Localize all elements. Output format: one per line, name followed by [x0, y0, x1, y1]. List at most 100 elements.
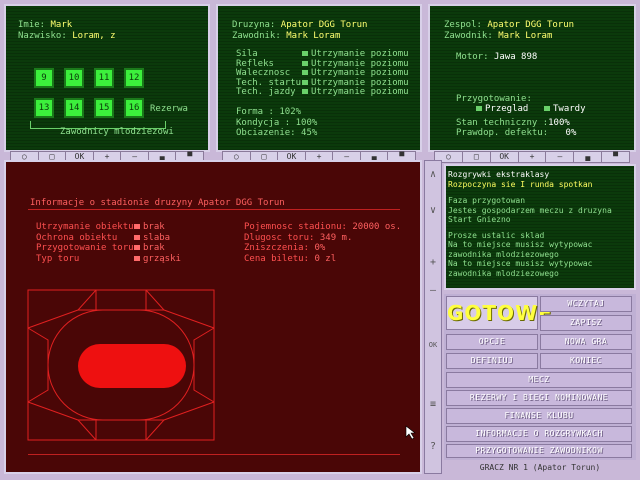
help-icon[interactable]: ? [427, 441, 439, 452]
zawodnik-label: Zawodnik: [444, 31, 493, 41]
obciazenie-label: Obciazenie: [236, 128, 296, 138]
rezerwa-label: Rezerwa [150, 104, 188, 114]
cena-biletu-label: Cena biletu: [244, 253, 310, 264]
motor-value[interactable]: Jawa 898 [494, 52, 537, 62]
przygotowanie-button[interactable]: PRZYGOTOWANIE ZAWODNIKOW [446, 444, 632, 458]
utrzymanie-label: Utrzymanie obiektu [36, 222, 134, 232]
message-line: zawodnika mlodziezowego [448, 249, 559, 259]
zawodnik-value: Mark Loram [286, 31, 341, 41]
mlodziezowi-label: Zawodnicy mlodziezowi [60, 127, 174, 137]
definiuj-button[interactable]: DEFINIUJ [446, 353, 538, 369]
motor-label: Motor: [456, 52, 489, 62]
stan-value: 100% [548, 118, 570, 128]
slot-15[interactable]: 15 [94, 98, 114, 118]
slot-13[interactable]: 13 [34, 98, 54, 118]
stat-label: Tech. jazdy [236, 87, 296, 97]
ochrona-label: Ochrona obiektu [36, 232, 118, 243]
vertical-toolbar: ∧ ∨ + – OK ≡ ? [424, 160, 442, 474]
przygotowanie-toru-value[interactable]: brak [134, 243, 181, 254]
bottom-divider [28, 454, 400, 455]
typ-toru-value[interactable]: grząski [134, 254, 181, 265]
forma-value: : 102% [268, 107, 302, 117]
mecz-button[interactable]: MECZ [446, 372, 632, 388]
scroll-down-icon[interactable]: ∨ [427, 205, 439, 216]
message-line: zawodnika mlodziezowego [448, 268, 559, 278]
toolbar-down-button[interactable]: ▄ [574, 152, 603, 162]
stan-label: Stan techniczny : [456, 118, 549, 128]
slot-11[interactable]: 11 [94, 68, 114, 88]
slot-16[interactable]: 16 [124, 98, 144, 118]
obciazenie-value: 45% [301, 128, 318, 138]
toolbar-ok-button[interactable]: OK [491, 152, 519, 162]
stadium-track-diagram [27, 289, 215, 441]
list-icon[interactable]: ≡ [427, 399, 439, 410]
nazwisko-label: Nazwisko: [18, 31, 67, 41]
slot-14[interactable]: 14 [64, 98, 84, 118]
przeglad-option[interactable]: Przeglad [476, 104, 528, 114]
zespol-value: Apator DGG Torun [487, 20, 575, 30]
prawdop-value: 0% [565, 128, 577, 138]
zniszczenia-label: Zniszczenia: [244, 243, 310, 253]
message-line: Prosze ustalic sklad [448, 230, 545, 240]
main-menu: GOTOWE WCZYTAJ ZAPISZ OPCJE NOWA GRA DEF… [444, 294, 636, 460]
player-slots-panel: Imie: Mark Nazwisko: Loram, z 9 10 11 12… [4, 4, 210, 152]
message-line: Start Gniezno [448, 215, 511, 224]
prawdop-label: Prawdop. defektu: [456, 128, 549, 138]
panel3-toolbar: ○ □ OK + – ▄ ▀ [434, 151, 630, 163]
ok-icon[interactable]: OK [427, 341, 439, 349]
gotowe-button[interactable]: GOTOWE [446, 296, 552, 330]
message-line: Rozgrywki ekstraklasy [448, 170, 550, 179]
opcje-button[interactable]: OPCJE [446, 334, 538, 350]
zapisz-button[interactable]: ZAPISZ [540, 315, 632, 331]
message-line: Na to miejsce musisz wytypowac [448, 259, 593, 268]
slot-9[interactable]: 9 [34, 68, 54, 88]
ochrona-value[interactable]: slaba [134, 233, 181, 244]
stadium-panel: Informacje o stadionie druzyny Apator DG… [4, 160, 422, 474]
mouse-cursor-icon [405, 425, 416, 440]
training-panel: Druzyna: Apator DGG Torun Zawodnik: Mark… [216, 4, 422, 152]
imie-label: Imie: [18, 20, 46, 30]
motor-panel: Zespol: Apator DGG Torun Zawodnik: Mark … [428, 4, 636, 152]
przygotowanie-toru-label: Przygotowanie toru [36, 243, 134, 253]
messages-panel: Rozgrywki ekstraklasy Rozpoczyna sie I r… [444, 164, 636, 290]
zniszczenia-value: 0% [314, 243, 326, 253]
message-line: Jestes gospodarzem meczu z druzyna [448, 205, 612, 215]
typ-toru-label: Typ toru [36, 253, 80, 264]
finanse-button[interactable]: FINANSE KLUBU [446, 408, 632, 424]
informacje-button[interactable]: INFORMACJE O ROZGRYWKACH [446, 426, 632, 442]
utrzymanie-value[interactable]: brak [134, 222, 181, 233]
dlugosc-value: 349 m. [319, 232, 353, 243]
status-bar: GRACZ NR 1 (Apator Torun) [479, 463, 601, 472]
pojemnosc-label: Pojemnosc stadionu: [244, 222, 347, 232]
message-line: Na to miejsce musisz wytypowac [448, 240, 593, 249]
toolbar-up-button[interactable]: ▀ [602, 152, 629, 162]
twardy-option[interactable]: Twardy [544, 104, 586, 114]
kondycja-value: : 100% [284, 117, 318, 128]
toolbar-plus-button[interactable]: + [519, 152, 547, 162]
slot-10[interactable]: 10 [64, 68, 84, 88]
stat-value[interactable]: Utrzymanie poziomu [302, 87, 409, 98]
zawodnik-value: Mark Loram [498, 31, 553, 41]
cena-biletu-value: 0 zl [314, 253, 337, 264]
minus-icon[interactable]: – [427, 285, 439, 296]
toolbar-minus-button[interactable]: – [546, 152, 575, 162]
koniec-button[interactable]: KONIEC [540, 353, 632, 369]
track-infield [78, 344, 186, 388]
imie-value: Mark [50, 20, 73, 30]
scroll-up-icon[interactable]: ∧ [427, 169, 439, 180]
forma-label: Forma [236, 107, 264, 117]
nowa-gra-button[interactable]: NOWA GRA [540, 334, 632, 350]
plus-icon[interactable]: + [427, 257, 439, 268]
druzyna-value: Apator DGG Torun [280, 20, 368, 30]
zespol-label: Zespol: [444, 20, 482, 30]
slot-12[interactable]: 12 [124, 68, 144, 88]
nazwisko-value: Loram, z [72, 31, 116, 41]
rezerwy-button[interactable]: REZERWY I BIEGI NOMINOWANE [446, 390, 632, 406]
zawodnik-label: Zawodnik: [232, 31, 281, 41]
wczytaj-button[interactable]: WCZYTAJ [540, 296, 632, 312]
druzyna-label: Druzyna: [232, 20, 276, 30]
kondycja-label: Kondycja [236, 117, 280, 128]
toolbar-square-button[interactable]: □ [463, 152, 491, 162]
message-line: Rozpoczyna sie I runda spotkan [448, 179, 593, 189]
dlugosc-label: Dlugosc toru: [244, 232, 315, 243]
